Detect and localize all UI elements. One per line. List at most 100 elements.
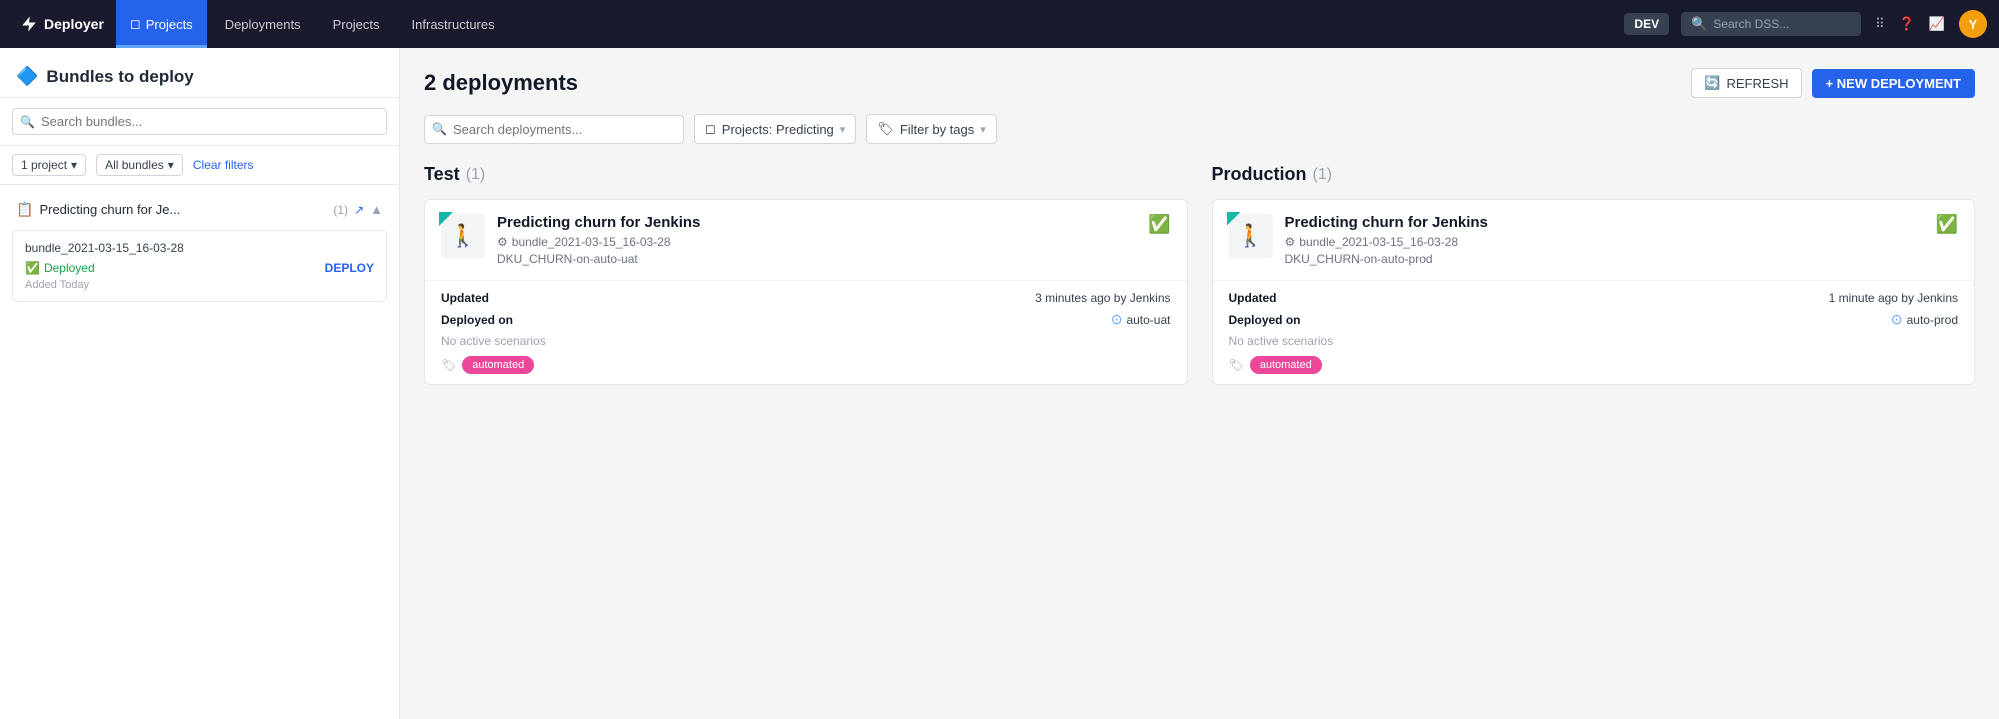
model-icon-test: 🚶 — [449, 223, 476, 249]
tab-deployments[interactable]: Deployments — [211, 0, 315, 48]
tab-projects-link-label: Projects — [333, 17, 380, 32]
new-deployment-button[interactable]: + NEW DEPLOYMENT — [1812, 69, 1975, 98]
tag-badge-test[interactable]: automated — [462, 356, 534, 374]
project-icon-dd: ◻ — [705, 121, 716, 137]
production-column: Production (1) 🚶 Predicting churn for Je… — [1212, 164, 1976, 385]
collapse-icon[interactable]: ▲ — [370, 202, 383, 217]
project-filter-dropdown[interactable]: ◻ Projects: Predicting ▾ — [694, 114, 856, 144]
topnav: Deployer ◻ Projects Deployments Projects… — [0, 0, 1999, 48]
tag-icon: 🏷 — [877, 121, 894, 137]
depl-tags-test: 🏷 automated — [441, 356, 1171, 374]
deployment-search-input[interactable] — [424, 115, 684, 144]
external-link-icon[interactable]: ↗ — [354, 203, 364, 217]
tag-filter-value: Filter by tags — [900, 122, 974, 137]
avatar-letter: Y — [1969, 17, 1978, 32]
env-badge[interactable]: DEV — [1624, 13, 1669, 35]
user-avatar[interactable]: Y — [1959, 10, 1987, 38]
depl-card-top-test: 🚶 Predicting churn for Jenkins ⚙ bundle_… — [425, 200, 1187, 281]
deployment-columns: Test (1) 🚶 Predicting churn for Jenkins … — [424, 164, 1975, 385]
global-search[interactable]: 🔍 Search DSS... — [1681, 12, 1861, 36]
main-header: 2 deployments 🔄 REFRESH + NEW DEPLOYMENT — [424, 68, 1975, 98]
sidebar-search-area: 🔍 — [0, 98, 399, 146]
app-layout: 🔷 Bundles to deploy 🔍 1 project ▾ All bu… — [0, 48, 1999, 719]
test-col-count: (1) — [466, 166, 486, 184]
deployments-title: 2 deployments — [424, 70, 578, 96]
updated-label-prod: Updated — [1229, 291, 1277, 305]
depl-icon-prod: 🚶 — [1229, 214, 1273, 258]
app-name: Deployer — [44, 16, 104, 32]
prod-col-name: Production — [1212, 164, 1307, 185]
test-column: Test (1) 🚶 Predicting churn for Jenkins … — [424, 164, 1188, 385]
depl-updated-prod: Updated 1 minute ago by Jenkins — [1229, 291, 1959, 305]
deploy-button[interactable]: DEPLOY — [325, 261, 374, 275]
bundles-filter-btn[interactable]: All bundles ▾ — [96, 154, 183, 176]
tab-infrastructures[interactable]: Infrastructures — [398, 0, 509, 48]
deployed-on-label-prod: Deployed on — [1229, 313, 1301, 327]
depl-info-prod: Predicting churn for Jenkins ⚙ bundle_20… — [1285, 214, 1924, 266]
project-group-header: 📋 Predicting churn for Je... (1) ↗ ▲ — [12, 195, 387, 224]
depl-name-test[interactable]: Predicting churn for Jenkins — [497, 214, 1136, 231]
deploy-label: DEPLOY — [325, 261, 374, 275]
sidebar-search-icon: 🔍 — [20, 115, 35, 129]
depl-deployed-on-test: Deployed on ⊙ auto-uat — [441, 311, 1171, 328]
project-filter-value: Projects: Predicting — [722, 122, 834, 137]
deployment-card-prod: 🚶 Predicting churn for Jenkins ⚙ bundle_… — [1212, 199, 1976, 385]
updated-value-test: 3 minutes ago by Jenkins — [1035, 291, 1170, 305]
sidebar-body: 📋 Predicting churn for Je... (1) ↗ ▲ bun… — [0, 185, 399, 719]
deployment-card-test: 🚶 Predicting churn for Jenkins ⚙ bundle_… — [424, 199, 1188, 385]
depl-card-body-test: Updated 3 minutes ago by Jenkins Deploye… — [425, 281, 1187, 384]
sidebar: 🔷 Bundles to deploy 🔍 1 project ▾ All bu… — [0, 48, 400, 719]
depl-infra-test: DKU_CHURN-on-auto-uat — [497, 252, 1136, 266]
deployment-search-wrap: 🔍 — [424, 115, 684, 144]
bundle-id-prod: bundle_2021-03-15_16-03-28 — [1299, 235, 1458, 249]
depl-tags-prod: 🏷 automated — [1229, 356, 1959, 374]
test-col-title: Test (1) — [424, 164, 1188, 185]
depl-name-prod[interactable]: Predicting churn for Jenkins — [1285, 214, 1924, 231]
activity-icon[interactable]: 📈 — [1929, 16, 1945, 32]
chevron-down-icon-3: ▾ — [840, 123, 846, 136]
bundles-filter-label: All bundles — [105, 158, 164, 172]
check-icon: ✅ — [25, 261, 40, 275]
project-count: (1) — [333, 203, 348, 217]
tab-projects[interactable]: ◻ Projects — [116, 0, 207, 48]
sidebar-header: 🔷 Bundles to deploy — [0, 48, 399, 98]
bundles-icon: 🔷 — [16, 66, 38, 87]
project-name: Predicting churn for Je... — [39, 202, 327, 217]
refresh-icon: 🔄 — [1704, 75, 1720, 91]
help-icon[interactable]: ❓ — [1899, 16, 1915, 32]
bundle-added: Added Today — [25, 279, 374, 291]
filter-bar: 🔍 ◻ Projects: Predicting ▾ 🏷 Filter by t… — [424, 114, 1975, 144]
bundle-icon-prod: ⚙ — [1285, 235, 1296, 249]
bundle-status: ✅ Deployed — [25, 261, 95, 275]
tab-projects-label: Projects — [146, 17, 193, 32]
depl-check-prod: ✅ — [1936, 214, 1958, 235]
bundle-search-input[interactable] — [12, 108, 387, 135]
tag-badge-prod[interactable]: automated — [1250, 356, 1322, 374]
prod-col-title: Production (1) — [1212, 164, 1976, 185]
depl-card-body-prod: Updated 1 minute ago by Jenkins Deployed… — [1213, 281, 1975, 384]
refresh-button[interactable]: 🔄 REFRESH — [1691, 68, 1801, 98]
grid-icon[interactable]: ⠿ — [1875, 16, 1885, 32]
deployed-on-value-test: ⊙ auto-uat — [1111, 311, 1171, 328]
clear-filters-btn[interactable]: Clear filters — [193, 158, 254, 172]
search-placeholder: Search DSS... — [1713, 17, 1789, 31]
infra-icon-prod: ⊙ — [1891, 311, 1903, 328]
new-deployment-label: + NEW DEPLOYMENT — [1826, 76, 1961, 91]
model-icon-prod: 🚶 — [1237, 223, 1264, 249]
app-logo[interactable]: Deployer — [12, 15, 112, 33]
tab-projects-link[interactable]: Projects — [319, 0, 394, 48]
chevron-down-icon-4: ▾ — [980, 123, 986, 136]
depl-check-test: ✅ — [1148, 214, 1170, 235]
depl-updated-test: Updated 3 minutes ago by Jenkins — [441, 291, 1171, 305]
tag-filter-dropdown[interactable]: 🏷 Filter by tags ▾ — [866, 114, 996, 144]
chevron-down-icon-2: ▾ — [168, 158, 174, 172]
depl-bundle-test: ⚙ bundle_2021-03-15_16-03-28 — [497, 235, 1136, 249]
sidebar-title: Bundles to deploy — [46, 67, 193, 87]
clear-filters-label: Clear filters — [193, 158, 254, 172]
test-col-name: Test — [424, 164, 460, 185]
project-filter-btn[interactable]: 1 project ▾ — [12, 154, 86, 176]
updated-label-test: Updated — [441, 291, 489, 305]
topnav-icons: ⠿ ❓ 📈 Y — [1875, 10, 1987, 38]
bundle-id-test: bundle_2021-03-15_16-03-28 — [512, 235, 671, 249]
infra-icon-test: ⊙ — [1111, 311, 1123, 328]
